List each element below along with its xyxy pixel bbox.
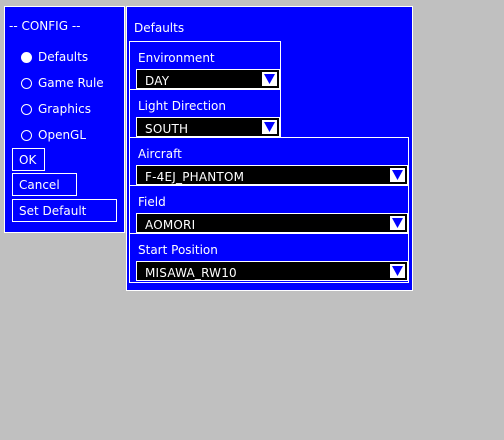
tab-game-rule-label: Game Rule xyxy=(38,76,104,90)
radio-icon xyxy=(21,77,32,89)
triangle-down-icon[interactable] xyxy=(389,215,406,231)
field-group: Field AOMORI xyxy=(129,185,409,235)
start-position-value: MISAWA_RW10 xyxy=(145,266,237,280)
cancel-button[interactable]: Cancel xyxy=(12,173,77,196)
field-select[interactable]: AOMORI xyxy=(136,213,408,233)
radio-icon xyxy=(21,129,32,141)
light-direction-value: SOUTH xyxy=(145,122,189,136)
tab-defaults-label: Defaults xyxy=(38,50,89,64)
environment-label: Environment xyxy=(138,51,215,65)
tab-game-rule[interactable]: Game Rule xyxy=(21,75,104,91)
light-direction-select[interactable]: SOUTH xyxy=(136,117,280,137)
tab-graphics[interactable]: Graphics xyxy=(21,101,91,117)
light-direction-label: Light Direction xyxy=(138,99,226,113)
tab-opengl[interactable]: OpenGL xyxy=(21,127,86,143)
tab-graphics-label: Graphics xyxy=(38,102,91,116)
radio-icon xyxy=(21,103,32,115)
field-value: AOMORI xyxy=(145,218,196,232)
start-position-group: Start Position MISAWA_RW10 xyxy=(129,233,409,283)
triangle-down-icon[interactable] xyxy=(389,167,406,183)
aircraft-select[interactable]: F-4EJ_PHANTOM xyxy=(136,165,408,185)
aircraft-label: Aircraft xyxy=(138,147,182,161)
start-position-select[interactable]: MISAWA_RW10 xyxy=(136,261,408,281)
radio-selected-icon xyxy=(21,51,32,63)
aircraft-value: F-4EJ_PHANTOM xyxy=(145,170,245,184)
config-panel: -- CONFIG -- Defaults Game Rule Graphics… xyxy=(4,6,125,233)
ok-button[interactable]: OK xyxy=(12,148,45,171)
defaults-panel: Defaults Environment DAY Light Direction… xyxy=(126,6,413,291)
triangle-down-icon[interactable] xyxy=(389,263,406,279)
start-position-label: Start Position xyxy=(138,243,218,257)
set-default-button[interactable]: Set Default xyxy=(12,199,117,222)
config-title: -- CONFIG -- xyxy=(9,19,81,33)
triangle-down-icon[interactable] xyxy=(261,71,278,87)
light-direction-group: Light Direction SOUTH xyxy=(129,89,281,139)
field-label: Field xyxy=(138,195,166,209)
environment-select[interactable]: DAY xyxy=(136,69,280,89)
defaults-heading: Defaults xyxy=(134,21,185,35)
environment-value: DAY xyxy=(145,74,170,88)
aircraft-group: Aircraft F-4EJ_PHANTOM xyxy=(129,137,409,187)
triangle-down-icon[interactable] xyxy=(261,119,278,135)
environment-group: Environment DAY xyxy=(129,41,281,91)
tab-defaults[interactable]: Defaults xyxy=(21,49,88,65)
tab-opengl-label: OpenGL xyxy=(38,128,87,142)
